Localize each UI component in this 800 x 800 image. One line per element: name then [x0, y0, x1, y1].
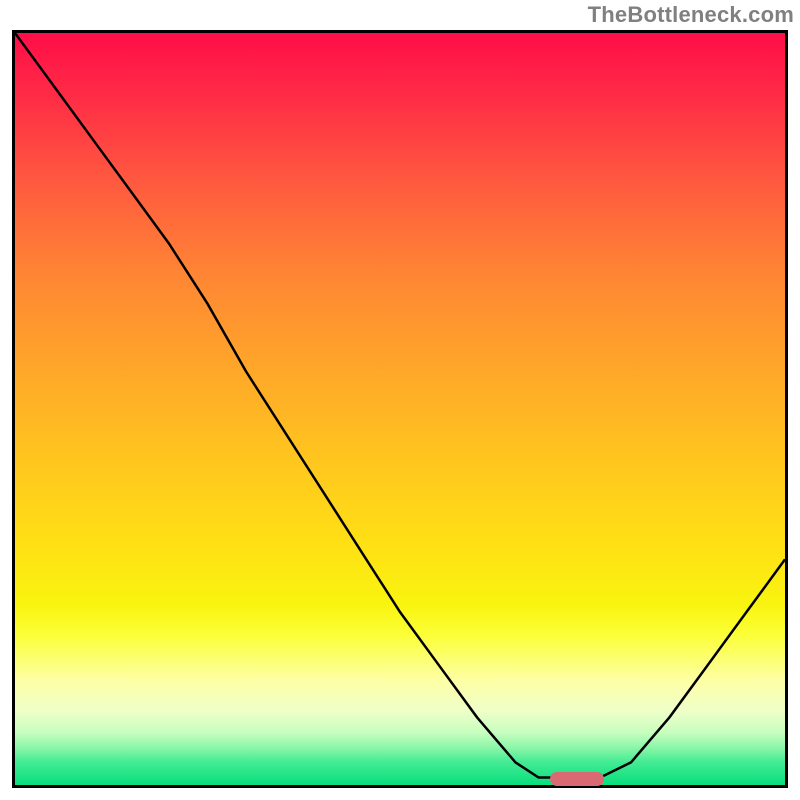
plot-frame [12, 30, 788, 788]
chart-container: TheBottleneck.com [0, 0, 800, 800]
optimal-marker [550, 772, 604, 786]
plot-area [15, 33, 785, 785]
bottleneck-curve [15, 33, 785, 785]
watermark-text: TheBottleneck.com [588, 2, 794, 28]
